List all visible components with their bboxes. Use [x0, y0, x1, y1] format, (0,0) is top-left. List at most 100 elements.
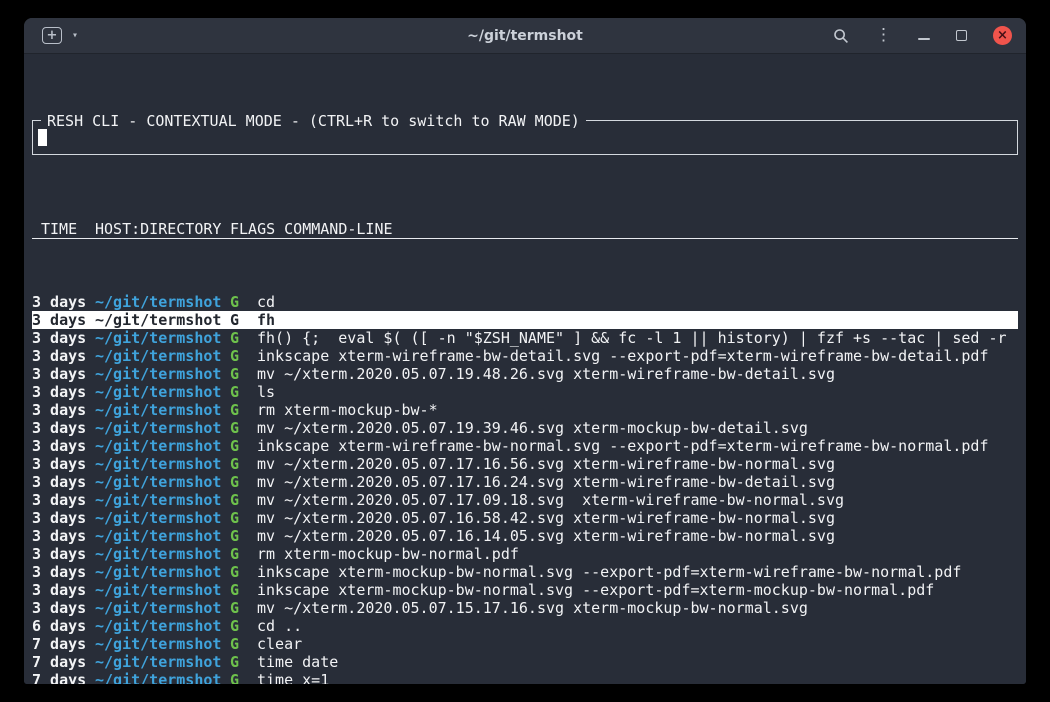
row-directory: ~/git/termshot — [95, 563, 230, 581]
chevron-down-icon[interactable]: ▾ — [72, 30, 78, 41]
table-row[interactable]: 3 days~/git/termshotGls — [32, 383, 1018, 401]
table-row[interactable]: 3 days~/git/termshotGinkscape xterm-mock… — [32, 563, 1018, 581]
row-directory: ~/git/termshot — [95, 401, 230, 419]
row-command: mv ~/xterm.2020.05.07.17.16.24.svg xterm… — [257, 473, 1018, 491]
row-directory: ~/git/termshot — [95, 455, 230, 473]
row-time: 3 days — [32, 329, 95, 347]
header-command-line: COMMAND-LINE — [284, 220, 1018, 238]
row-directory: ~/git/termshot — [95, 293, 230, 311]
row-directory: ~/git/termshot — [95, 365, 230, 383]
header-flags: FLAGS — [230, 220, 275, 238]
row-command: mv ~/xterm.2020.05.07.17.16.56.svg xterm… — [257, 455, 1018, 473]
row-flags: G — [230, 527, 257, 545]
row-command: time x=1 — [257, 671, 1018, 684]
row-command: mv ~/xterm.2020.05.07.19.39.46.svg xterm… — [257, 419, 1018, 437]
row-flags: G — [230, 473, 257, 491]
row-time: 3 days — [32, 437, 95, 455]
table-row[interactable]: 7 days~/git/termshotGclear — [32, 635, 1018, 653]
row-flags: G — [230, 311, 257, 329]
row-flags: G — [230, 365, 257, 383]
search-box[interactable]: RESH CLI - CONTEXTUAL MODE - (CTRL+R to … — [32, 120, 1018, 155]
search-icon[interactable] — [833, 28, 849, 44]
row-time: 3 days — [32, 383, 95, 401]
row-flags: G — [230, 635, 257, 653]
row-directory: ~/git/termshot — [95, 617, 230, 635]
new-tab-button[interactable]: + — [42, 27, 62, 44]
row-command: cd .. — [257, 617, 1018, 635]
row-time: 7 days — [32, 653, 95, 671]
row-command: cd — [257, 293, 1018, 311]
row-directory: ~/git/termshot — [95, 599, 230, 617]
row-flags: G — [230, 671, 257, 684]
table-row[interactable]: 7 days~/git/termshotGtime date — [32, 653, 1018, 671]
row-command: rm xterm-mockup-bw-normal.pdf — [257, 545, 1018, 563]
row-time: 3 days — [32, 293, 95, 311]
row-time: 7 days — [32, 635, 95, 653]
minimize-button[interactable] — [918, 38, 930, 40]
row-flags: G — [230, 617, 257, 635]
kebab-menu-icon[interactable]: ⋮ — [875, 27, 892, 44]
header-host-directory: HOST:DIRECTORY — [95, 220, 230, 238]
row-time: 3 days — [32, 401, 95, 419]
table-row[interactable]: 3 days~/git/termshotGmv ~/xterm.2020.05.… — [32, 419, 1018, 437]
row-command: fh — [257, 311, 1018, 329]
row-command: mv ~/xterm.2020.05.07.16.58.42.svg xterm… — [257, 509, 1018, 527]
table-row[interactable]: 3 days~/git/termshotGinkscape xterm-wire… — [32, 437, 1018, 455]
text-cursor — [38, 129, 47, 146]
row-directory: ~/git/termshot — [95, 545, 230, 563]
row-directory: ~/git/termshot — [95, 329, 230, 347]
table-row[interactable]: 3 days~/git/termshotGmv ~/xterm.2020.05.… — [32, 509, 1018, 527]
table-row[interactable]: 3 days~/git/termshotGmv ~/xterm.2020.05.… — [32, 455, 1018, 473]
row-command: clear — [257, 635, 1018, 653]
row-flags: G — [230, 545, 257, 563]
table-row[interactable]: 3 days~/git/termshotGfh — [32, 311, 1018, 329]
row-time: 3 days — [32, 527, 95, 545]
row-command: mv ~/xterm.2020.05.07.17.09.18.svg xterm… — [257, 491, 1018, 509]
row-flags: G — [230, 293, 257, 311]
row-command: mv ~/xterm.2020.05.07.15.17.16.svg xterm… — [257, 599, 1018, 617]
mode-title: RESH CLI - CONTEXTUAL MODE - (CTRL+R to … — [41, 112, 586, 130]
row-directory: ~/git/termshot — [95, 491, 230, 509]
row-command: mv ~/xterm.2020.05.07.16.14.05.svg xterm… — [257, 527, 1018, 545]
row-flags: G — [230, 419, 257, 437]
table-row[interactable]: 3 days~/git/termshotGmv ~/xterm.2020.05.… — [32, 473, 1018, 491]
table-row[interactable]: 3 days~/git/termshotGmv ~/xterm.2020.05.… — [32, 365, 1018, 383]
row-directory: ~/git/termshot — [95, 383, 230, 401]
close-button[interactable]: × — [993, 26, 1012, 45]
history-list: 3 days~/git/termshotGcd3 days~/git/terms… — [32, 293, 1018, 684]
row-directory: ~/git/termshot — [95, 671, 230, 684]
row-directory: ~/git/termshot — [95, 635, 230, 653]
table-row[interactable]: 3 days~/git/termshotGinkscape xterm-mock… — [32, 581, 1018, 599]
row-flags: G — [230, 347, 257, 365]
row-time: 3 days — [32, 491, 95, 509]
row-directory: ~/git/termshot — [95, 653, 230, 671]
table-row[interactable]: 3 days~/git/termshotGmv ~/xterm.2020.05.… — [32, 599, 1018, 617]
table-row[interactable]: 7 days~/git/termshotGtime x=1 — [32, 671, 1018, 684]
row-command: inkscape xterm-mockup-bw-normal.svg --ex… — [257, 563, 1018, 581]
row-command: inkscape xterm-wireframe-bw-normal.svg -… — [257, 437, 1018, 455]
row-directory: ~/git/termshot — [95, 347, 230, 365]
table-row[interactable]: 6 days~/git/termshotGcd .. — [32, 617, 1018, 635]
table-row[interactable]: 3 days~/git/termshotGrm xterm-mockup-bw-… — [32, 401, 1018, 419]
row-time: 3 days — [32, 311, 95, 329]
table-row[interactable]: 3 days~/git/termshotGcd — [32, 293, 1018, 311]
row-command: inkscape xterm-mockup-bw-normal.svg --ex… — [257, 581, 1018, 599]
table-row[interactable]: 3 days~/git/termshotGfh() {; eval $( ([ … — [32, 329, 1018, 347]
row-time: 3 days — [32, 455, 95, 473]
table-row[interactable]: 3 days~/git/termshotGmv ~/xterm.2020.05.… — [32, 527, 1018, 545]
row-time: 3 days — [32, 599, 95, 617]
row-command: inkscape xterm-wireframe-bw-detail.svg -… — [257, 347, 1018, 365]
row-flags: G — [230, 581, 257, 599]
row-time: 3 days — [32, 509, 95, 527]
table-row[interactable]: 3 days~/git/termshotGmv ~/xterm.2020.05.… — [32, 491, 1018, 509]
table-row[interactable]: 3 days~/git/termshotGinkscape xterm-wire… — [32, 347, 1018, 365]
row-flags: G — [230, 437, 257, 455]
row-time: 3 days — [32, 545, 95, 563]
table-row[interactable]: 3 days~/git/termshotGrm xterm-mockup-bw-… — [32, 545, 1018, 563]
row-flags: G — [230, 491, 257, 509]
row-directory: ~/git/termshot — [95, 527, 230, 545]
row-time: 3 days — [32, 581, 95, 599]
row-command: rm xterm-mockup-bw-* — [257, 401, 1018, 419]
restore-button[interactable] — [956, 30, 967, 41]
row-time: 3 days — [32, 473, 95, 491]
